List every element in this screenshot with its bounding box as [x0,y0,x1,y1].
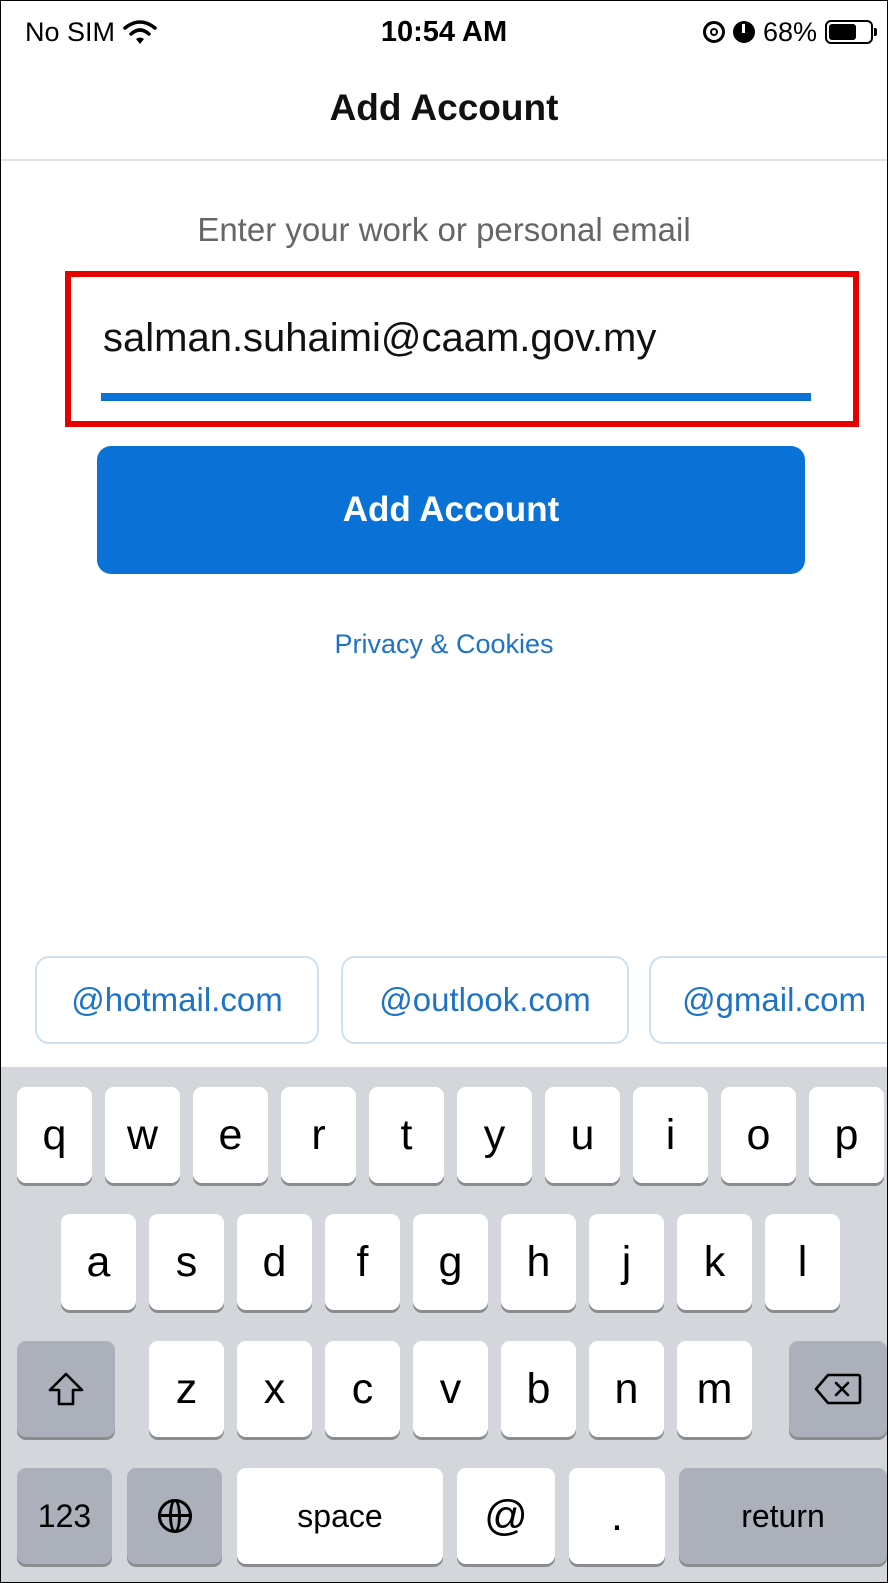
shift-icon [48,1372,84,1406]
email-field-underline [101,393,811,401]
key-g[interactable]: g [413,1214,488,1310]
key-w[interactable]: w [105,1087,180,1183]
status-right-group: 68% [702,15,877,49]
key-m[interactable]: m [677,1341,752,1437]
at-key[interactable]: @ [457,1468,555,1564]
globe-icon [157,1499,192,1533]
key-d[interactable]: d [237,1214,312,1310]
battery-icon [825,20,877,44]
key-z[interactable]: z [149,1341,224,1437]
dot-key[interactable]: . [569,1468,665,1564]
globe-key[interactable] [127,1468,222,1564]
key-e[interactable]: e [193,1087,268,1183]
suggestion-outlook[interactable]: @outlook.com [341,956,629,1044]
key-j[interactable]: j [589,1214,664,1310]
privacy-cookies-link[interactable]: Privacy & Cookies [1,629,887,660]
key-c[interactable]: c [325,1341,400,1437]
key-o[interactable]: o [721,1087,796,1183]
email-highlight-box [65,271,859,427]
email-prompt: Enter your work or personal email [197,211,691,248]
key-p[interactable]: p [809,1087,884,1183]
key-s[interactable]: s [149,1214,224,1310]
key-a[interactable]: a [61,1214,136,1310]
battery-percent: 68% [762,16,817,47]
email-field[interactable] [101,307,815,369]
return-key[interactable]: return [679,1468,887,1564]
key-h[interactable]: h [501,1214,576,1310]
key-n[interactable]: n [589,1341,664,1437]
page-title: Add Account [329,87,559,128]
alarm-icon [732,21,755,43]
key-b[interactable]: b [501,1341,576,1437]
suggestion-gmail[interactable]: @gmail.com [649,956,887,1044]
backspace-icon [814,1373,862,1405]
shift-key[interactable] [17,1341,115,1437]
suggestion-hotmail[interactable]: @hotmail.com [35,956,319,1044]
status-bar: No SIM 10:54 AM 68% [1,1,887,65]
key-l[interactable]: l [765,1214,840,1310]
add-account-button[interactable]: Add Account [97,446,805,574]
key-f[interactable]: f [325,1214,400,1310]
space-key[interactable]: space [237,1468,443,1564]
keyboard: q w e r t y u i o p a s d f g h j k l z … [1,1067,887,1582]
backspace-key[interactable] [789,1341,887,1437]
numbers-key[interactable]: 123 [17,1468,112,1564]
key-q[interactable]: q [17,1087,92,1183]
key-i[interactable]: i [633,1087,708,1183]
orientation-lock-icon [702,21,725,43]
key-y[interactable]: y [457,1087,532,1183]
key-x[interactable]: x [237,1341,312,1437]
key-t[interactable]: t [369,1087,444,1183]
battery-fill [829,24,856,40]
navigation-bar: Add Account [1,65,887,161]
key-k[interactable]: k [677,1214,752,1310]
phone-screen: No SIM 10:54 AM 68% Add Account Enter yo… [0,0,888,1583]
domain-suggestions: @hotmail.com @outlook.com @gmail.com [1,956,887,1046]
key-v[interactable]: v [413,1341,488,1437]
key-u[interactable]: u [545,1087,620,1183]
key-r[interactable]: r [281,1087,356,1183]
